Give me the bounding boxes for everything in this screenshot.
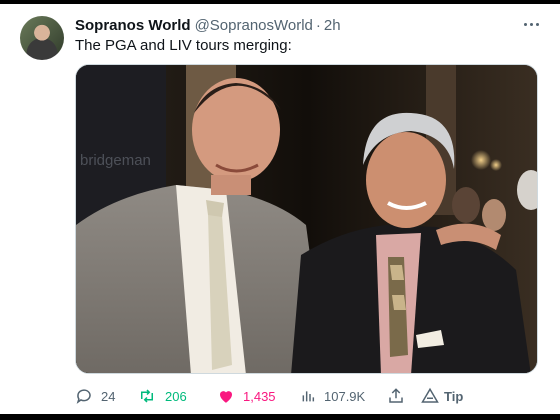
avatar[interactable] [20, 16, 64, 60]
bottom-edge [0, 414, 560, 420]
retweet-button[interactable]: 206 [137, 384, 187, 408]
tweet-photo[interactable]: bridgeman [75, 64, 538, 374]
tweet-card[interactable]: Sopranos World @SopranosWorld · 2h The P… [0, 4, 560, 414]
view-count: 107.9K [324, 388, 366, 404]
heart-icon [220, 391, 232, 403]
retweet-count: 206 [165, 388, 187, 404]
tip-icon [421, 387, 439, 403]
photo-illustration: bridgeman [76, 65, 537, 373]
watermark-text: bridgeman [80, 152, 151, 169]
tip-label: Tip [444, 388, 464, 404]
action-bar: 24 206 1,435 107.9K Tip [75, 384, 538, 408]
views-button[interactable]: 107.9K [300, 384, 365, 408]
timestamp[interactable]: 2h [324, 17, 341, 34]
like-count: 1,435 [243, 388, 276, 404]
tip-button[interactable]: Tip [421, 384, 463, 408]
share-icon [389, 388, 403, 403]
bar-chart-icon [302, 391, 315, 402]
share-button[interactable] [387, 384, 405, 408]
like-button[interactable]: 1,435 [217, 384, 276, 408]
author-handle[interactable]: @SopranosWorld [195, 17, 313, 34]
more-options-icon[interactable] [520, 14, 542, 34]
reply-icon [76, 389, 91, 404]
reply-count: 24 [101, 388, 116, 404]
separator-dot: · [315, 16, 321, 34]
reply-button[interactable]: 24 [75, 384, 115, 408]
retweet-icon [141, 389, 153, 403]
tweet-text: The PGA and LIV tours merging: [75, 37, 292, 54]
author-name[interactable]: Sopranos World [75, 17, 191, 34]
tweet-header: Sopranos World @SopranosWorld · 2h [75, 15, 341, 35]
